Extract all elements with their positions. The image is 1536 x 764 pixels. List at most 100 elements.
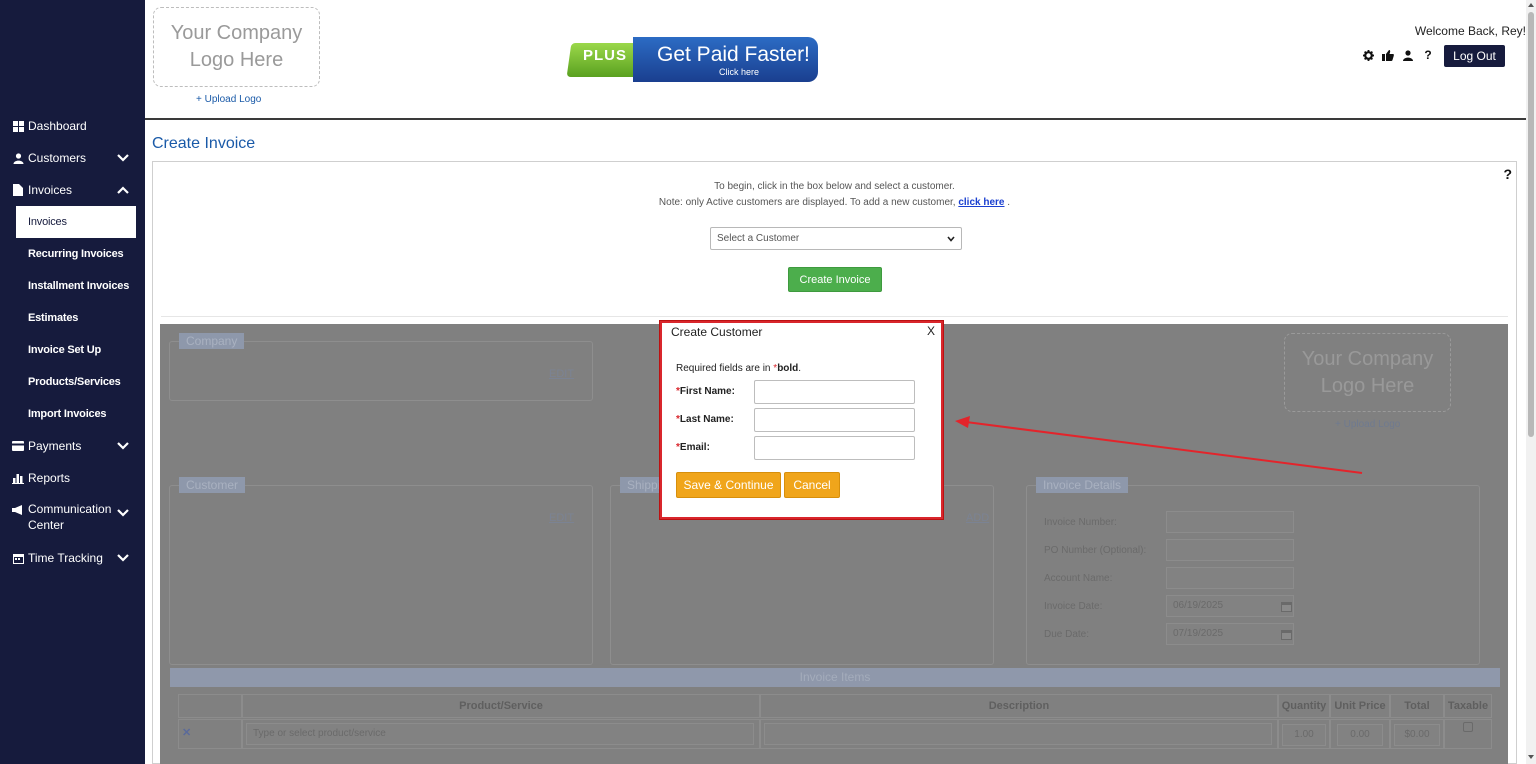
chevron-down-icon — [947, 236, 955, 242]
delete-row-icon: ✕ — [182, 727, 192, 739]
app-root: Dashboard Customers Invoices Invoices Re… — [0, 0, 1536, 764]
chevron-down-icon[interactable] — [117, 154, 129, 162]
due-date-input: 07/19/2025 — [1166, 623, 1294, 645]
sidebar-item-dashboard[interactable]: Dashboard — [0, 110, 145, 142]
thumbs-up-icon[interactable] — [1382, 48, 1394, 62]
intro-note-suffix: . — [1007, 197, 1011, 208]
create-invoice-button[interactable]: Create Invoice — [788, 267, 882, 292]
page-title: Create Invoice — [152, 135, 256, 152]
sidebar-item-invoices[interactable]: Invoices — [0, 174, 145, 206]
due-date-label: Due Date: — [1044, 629, 1090, 640]
welcome-message: Welcome Back, Rey! — [1414, 24, 1526, 38]
scrollbar-thumb[interactable] — [1528, 12, 1534, 437]
sidebar-item-communication-center[interactable]: Communication Center — [0, 494, 145, 534]
sidebar-item-label: Communication Center — [28, 502, 112, 532]
email-label-text: Email: — [679, 442, 710, 453]
document-icon — [12, 184, 24, 196]
sidebar-subitem-invoices[interactable]: Invoices — [16, 206, 136, 238]
unit-price-input: 0.00 — [1337, 724, 1383, 746]
customer-legend: Customer — [179, 477, 246, 493]
add-customer-link[interactable]: click here — [958, 197, 1004, 208]
divider — [161, 316, 1508, 317]
customer-select-value: Select a Customer — [717, 233, 800, 244]
close-icon[interactable]: X — [927, 324, 935, 338]
calendar-icon — [1281, 602, 1292, 612]
column-description: Description — [760, 694, 1278, 718]
first-name-input[interactable] — [754, 380, 915, 404]
sidebar-subitem-estimates[interactable]: Estimates — [16, 302, 136, 334]
modal-title: Create Customer — [671, 325, 763, 339]
save-continue-button[interactable]: Save & Continue — [676, 472, 781, 498]
invoice-details-legend: Invoice Details — [1036, 477, 1129, 493]
create-customer-modal: Create Customer X Required fields are in… — [660, 321, 943, 519]
customer-edit-link: EDIT — [549, 512, 575, 524]
taxable-checkbox — [1463, 722, 1473, 732]
first-name-label-text: First Name: — [679, 386, 735, 397]
account-name-label: Account Name: — [1044, 573, 1113, 584]
help-icon[interactable]: ? — [1422, 48, 1434, 62]
sidebar-item-reports[interactable]: Reports — [0, 462, 145, 494]
description-cell — [760, 719, 1278, 749]
quantity-cell: 1.00 — [1278, 719, 1330, 749]
chevron-up-icon[interactable] — [117, 186, 129, 194]
last-name-label: *Last Name: — [676, 414, 734, 425]
promo-headline: Get Paid Faster! — [657, 43, 810, 66]
sidebar-subitem-import-invoices[interactable]: Import Invoices — [16, 398, 136, 430]
sidebar-item-payments[interactable]: Payments — [0, 430, 145, 462]
column-taxable: Taxable — [1444, 694, 1492, 718]
description-input — [764, 723, 1272, 745]
gear-icon[interactable] — [1362, 48, 1374, 62]
logo-line-2: Logo Here — [1320, 375, 1415, 397]
note-text: Required fields are in — [676, 363, 774, 374]
customer-select[interactable]: Select a Customer — [710, 227, 962, 250]
product-cell: Type or select product/service — [242, 719, 760, 749]
quantity-input: 1.00 — [1282, 724, 1326, 746]
company-edit-link: EDIT — [549, 368, 575, 380]
help-icon[interactable]: ? — [1503, 166, 1512, 182]
sidebar-subitem-installment-invoices[interactable]: Installment Invoices — [16, 270, 136, 302]
intro-instruction: To begin, click in the box below and sel… — [714, 181, 955, 192]
required-fields-note: Required fields are in *bold. — [676, 363, 801, 374]
bar-chart-icon — [12, 472, 24, 484]
intro-note: Note: only Active customers are displaye… — [153, 197, 1516, 208]
email-input[interactable] — [754, 436, 915, 460]
last-name-label-text: Last Name: — [679, 414, 734, 425]
sidebar-subitem-recurring-invoices[interactable]: Recurring Invoices — [16, 238, 136, 270]
total-cell: $0.00 — [1390, 719, 1444, 749]
sidebar-item-label: Reports — [28, 471, 71, 485]
calendar-icon — [1281, 630, 1292, 640]
account-name-input — [1166, 567, 1294, 589]
company-legend: Company — [179, 333, 245, 349]
top-header: Your Company Logo Here + Upload Logo PLU… — [145, 0, 1526, 120]
user-icon[interactable] — [1402, 48, 1414, 62]
user-icon — [12, 152, 24, 164]
taxable-cell — [1444, 719, 1492, 749]
last-name-input[interactable] — [754, 408, 915, 432]
cancel-button[interactable]: Cancel — [784, 472, 840, 498]
chevron-down-icon[interactable] — [117, 554, 129, 562]
logout-button[interactable]: Log Out — [1444, 45, 1505, 67]
note-bold-word: bold — [777, 363, 799, 374]
scroll-up-icon[interactable] — [1527, 1, 1535, 9]
megaphone-icon — [12, 504, 24, 516]
sidebar-subitem-products-services[interactable]: Products/Services — [16, 366, 136, 398]
sidebar-item-label: Time Tracking — [28, 551, 103, 565]
chevron-down-icon[interactable] — [117, 442, 129, 450]
sidebar-item-label: Dashboard — [28, 119, 87, 133]
sidebar-item-customers[interactable]: Customers — [0, 142, 145, 174]
sidebar-item-label: Invoices — [28, 183, 73, 197]
calendar-icon — [12, 552, 24, 564]
scroll-down-icon[interactable] — [1527, 753, 1535, 761]
logo-line-2: Logo Here — [189, 49, 284, 71]
row-actions-cell: ✕ — [178, 719, 242, 749]
sidebar-item-time-tracking[interactable]: Time Tracking — [0, 542, 145, 574]
upload-logo-link[interactable]: + Upload Logo — [196, 94, 261, 105]
sidebar-subitem-invoice-set-up[interactable]: Invoice Set Up — [16, 334, 136, 366]
get-paid-faster-banner[interactable]: PLUS Get Paid Faster! Click here — [566, 37, 818, 82]
logo-line-1: Your Company — [1301, 348, 1434, 370]
invoice-date-label: Invoice Date: — [1044, 601, 1103, 612]
chevron-down-icon[interactable] — [117, 509, 129, 517]
credit-card-icon — [12, 440, 24, 452]
note-suffix: . — [798, 363, 802, 374]
total-value: $0.00 — [1394, 724, 1440, 746]
